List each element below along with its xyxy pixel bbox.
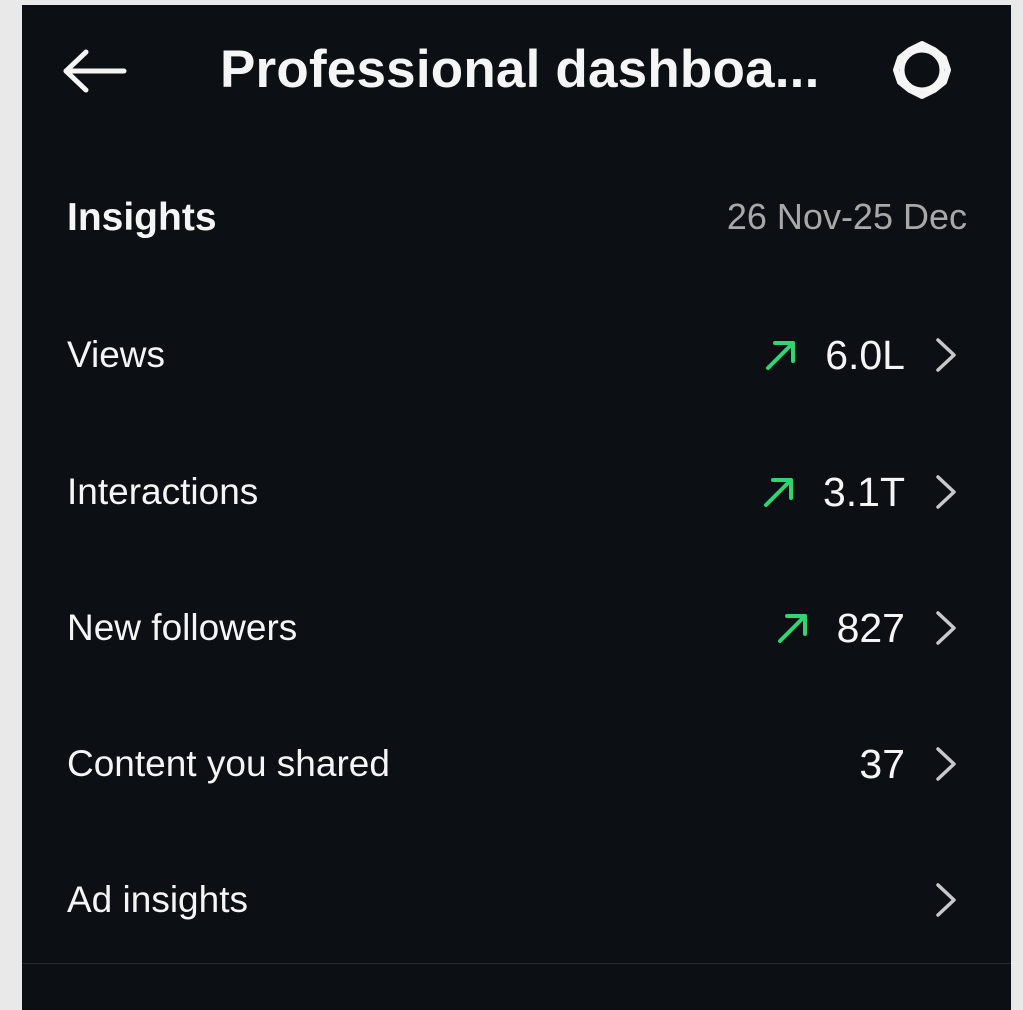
insight-label: Views [67,334,166,375]
insight-value-group: 827 [775,602,959,654]
top-bar: Professional dashboa... [22,5,1011,135]
insight-row-views[interactable]: Views 6.0L [22,305,1011,405]
chevron-right-icon [933,472,959,512]
insight-row-content-you-shared[interactable]: Content you shared 37 [22,714,1011,814]
chevron-right-icon [933,608,959,648]
trend-up-icon [763,337,799,373]
insight-label: Interactions [67,471,259,512]
insight-row-ad-insights[interactable]: Ad insights [22,850,1011,950]
insight-value-group: 37 [859,738,959,790]
insight-value: 6.0L [825,332,905,378]
professional-dashboard-screen: Professional dashboa... Insights 26 Nov-… [22,5,1011,1010]
insights-header: Insights 26 Nov-25 Dec [22,185,1011,249]
chevron-right-icon [933,335,959,375]
insight-row-interactions[interactable]: Interactions 3.1T [22,442,1011,542]
insights-title: Insights [67,196,217,239]
insight-value: 3.1T [822,469,905,515]
divider [22,963,1011,964]
gear-icon [893,41,951,99]
insight-value-group: 6.0L [763,329,959,381]
trend-up-icon [775,610,811,646]
date-range: 26 Nov-25 Dec [726,196,967,237]
arrow-left-icon [63,49,127,93]
insight-label: Ad insights [67,879,248,920]
insight-row-new-followers[interactable]: New followers 827 [22,578,1011,678]
insight-label: Content you shared [67,743,390,784]
insight-value-group: 3.1T [761,466,959,518]
trend-up-icon [761,474,797,510]
insight-label: New followers [67,607,298,648]
insight-value-group [905,874,959,926]
chevron-right-icon [933,880,959,920]
settings-button[interactable] [884,35,960,105]
back-button[interactable] [62,41,134,101]
insight-value: 827 [836,605,905,651]
chevron-right-icon [933,744,959,784]
page-title: Professional dashboa... [220,40,820,99]
insight-value: 37 [859,741,905,787]
